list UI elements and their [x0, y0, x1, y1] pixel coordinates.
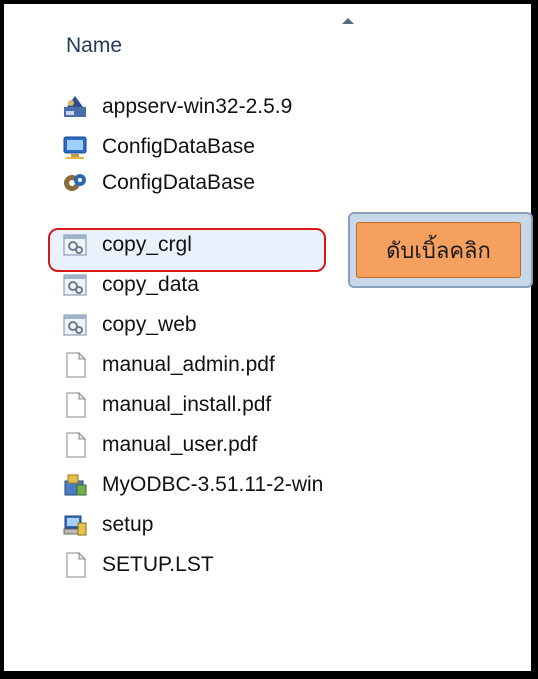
file-row-copy-data[interactable]: copy_data: [60, 268, 199, 302]
file-name: copy_data: [102, 273, 199, 296]
blank-file-icon: [60, 390, 90, 420]
file-row-configdatabase-2[interactable]: ConfigDataBase: [60, 170, 255, 196]
config-gear-icon: [60, 170, 90, 196]
file-row-setup-lst[interactable]: SETUP.LST: [60, 548, 214, 582]
file-row-myodbc[interactable]: MyODBC-3.51.11-2-win: [60, 468, 323, 502]
file-row-manual-user[interactable]: manual_user.pdf: [60, 428, 257, 462]
file-name: setup: [102, 513, 154, 536]
batch-file-icon: [60, 230, 90, 260]
file-name: SETUP.LST: [102, 553, 214, 576]
double-click-callout: ดับเบิ้ลคลิก: [356, 222, 521, 278]
file-row-setup[interactable]: setup: [60, 508, 153, 542]
file-row-copy-crgl[interactable]: copy_crgl: [60, 228, 192, 262]
blank-file-icon: [60, 350, 90, 380]
config-monitor-icon: [60, 132, 90, 162]
file-name: manual_admin.pdf: [102, 353, 275, 376]
file-name: copy_web: [102, 313, 197, 336]
file-name: copy_crgl: [102, 233, 192, 256]
blank-file-icon: [60, 550, 90, 580]
callout-frame: ดับเบิ้ลคลิก: [348, 212, 533, 288]
setup-computer-icon: [60, 510, 90, 540]
explorer-window: Name appserv-win32-2.5.9 ConfigDataBase …: [0, 0, 538, 679]
blank-file-icon: [60, 430, 90, 460]
file-row-manual-admin[interactable]: manual_admin.pdf: [60, 348, 275, 382]
file-row-manual-install[interactable]: manual_install.pdf: [60, 388, 271, 422]
file-name: MyODBC-3.51.11-2-win: [102, 473, 324, 496]
batch-file-icon: [60, 310, 90, 340]
sort-ascending-icon[interactable]: [342, 18, 354, 24]
file-row-appserv[interactable]: appserv-win32-2.5.9: [60, 90, 292, 124]
file-name: ConfigDataBase: [102, 171, 255, 194]
file-name: appserv-win32-2.5.9: [102, 95, 293, 118]
odbc-installer-icon: [60, 470, 90, 500]
file-name: ConfigDataBase: [102, 135, 255, 158]
file-row-configdatabase-1[interactable]: ConfigDataBase: [60, 130, 255, 164]
batch-file-icon: [60, 270, 90, 300]
file-name: manual_user.pdf: [102, 433, 258, 456]
file-name: manual_install.pdf: [102, 393, 272, 416]
installer-icon: [60, 92, 90, 122]
file-row-copy-web[interactable]: copy_web: [60, 308, 197, 342]
column-header-name[interactable]: Name: [66, 34, 122, 58]
